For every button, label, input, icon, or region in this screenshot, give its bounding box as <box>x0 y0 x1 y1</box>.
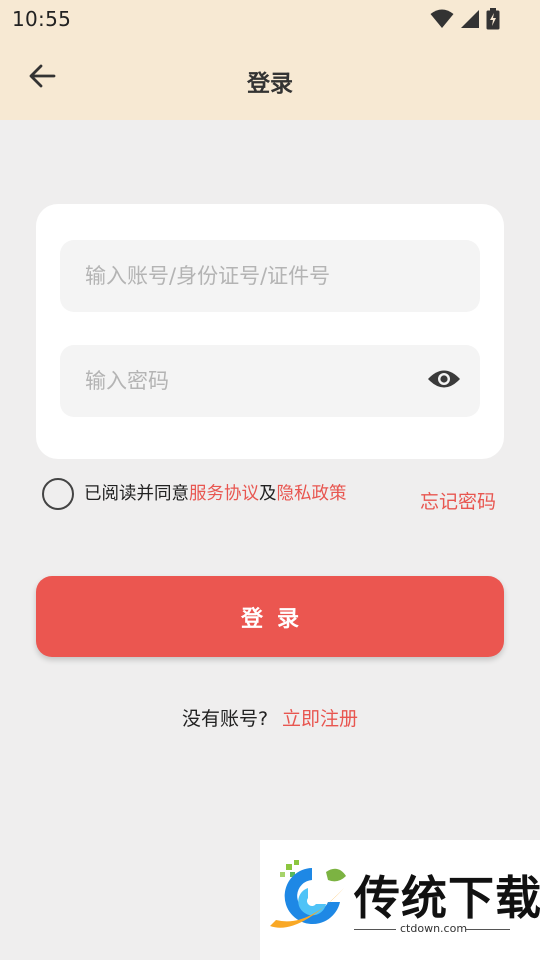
register-prompt: 没有账号? <box>181 708 269 730</box>
password-input[interactable] <box>60 345 480 417</box>
agreement-checkbox[interactable] <box>42 478 74 510</box>
watermark-domain: ctdown.com <box>400 922 468 935</box>
app-bar: 登录 <box>0 38 540 120</box>
register-link[interactable]: 立即注册 <box>282 708 358 730</box>
terms-of-service-link[interactable]: 服务协议 <box>189 484 259 504</box>
agreement-row: 已阅读并同意服务协议及隐私政策 <box>42 478 402 510</box>
password-visibility-toggle[interactable] <box>426 367 462 395</box>
status-time: 10:55 <box>12 7 72 31</box>
agreement-conjunction: 及 <box>259 483 277 504</box>
agreement-text: 已阅读并同意服务协议及隐私政策 <box>84 480 347 505</box>
watermark-title: 传统下载 <box>354 871 540 925</box>
watermark: 传统下载 ctdown.com <box>260 840 540 960</box>
account-field <box>60 240 480 312</box>
battery-charging-icon <box>486 8 500 34</box>
watermark-divider <box>466 929 510 930</box>
account-input[interactable] <box>60 240 480 312</box>
page-title: 登录 <box>247 71 293 97</box>
agreement-prefix: 已阅读并同意 <box>84 483 189 504</box>
cellular-signal-icon <box>460 9 480 33</box>
eye-icon <box>427 368 461 394</box>
ctdown-logo-icon <box>268 858 350 940</box>
wifi-icon <box>430 9 454 33</box>
watermark-divider <box>354 929 396 930</box>
privacy-policy-link[interactable]: 隐私政策 <box>277 484 347 504</box>
status-bar: 10:55 <box>0 0 540 38</box>
forgot-password-link[interactable]: 忘记密码 <box>420 487 496 514</box>
login-card <box>36 204 504 459</box>
register-row: 没有账号? 立即注册 <box>0 704 540 731</box>
password-field <box>60 345 480 417</box>
login-button[interactable]: 登录 <box>36 576 504 657</box>
status-icons <box>430 8 500 34</box>
